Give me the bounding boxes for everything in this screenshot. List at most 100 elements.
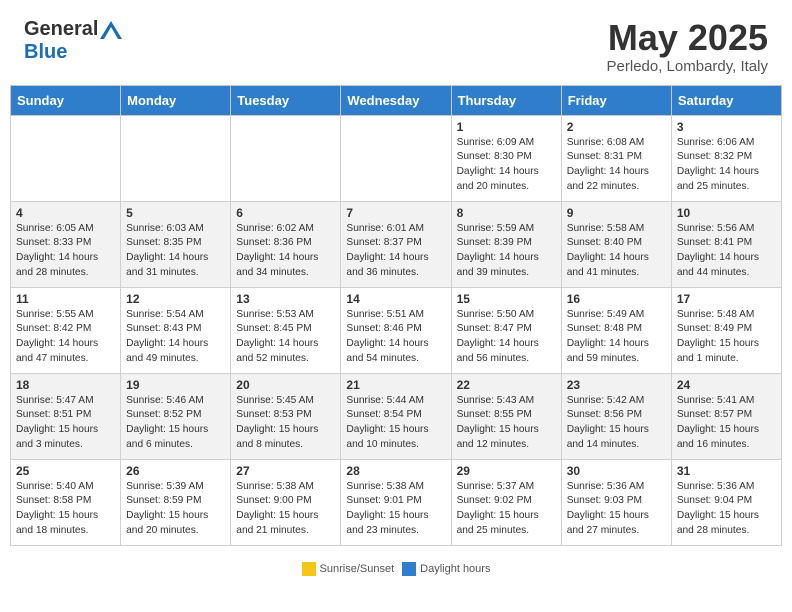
table-row: 31Sunrise: 5:36 AM Sunset: 9:04 PM Dayli… (671, 459, 781, 545)
table-row: 9Sunrise: 5:58 AM Sunset: 8:40 PM Daylig… (561, 201, 671, 287)
day-number: 17 (677, 292, 776, 306)
day-info: Sunrise: 6:08 AM Sunset: 8:31 PM Dayligh… (567, 136, 666, 195)
table-row: 11 Sunrise: 5:55 AM Sunset: 8:42 PM Dayli… (11, 287, 121, 373)
day-number: 5 (126, 206, 225, 220)
day-info: Sunrise: 6:03 AM Sunset: 8:35 PM Dayligh… (126, 222, 225, 281)
calendar-header-row: SundayMondayTuesdayWednesdayThursdayFrid… (11, 85, 782, 115)
weekday-header: Saturday (671, 85, 781, 115)
table-row: 28Sunrise: 5:38 AM Sunset: 9:01 PM Dayli… (341, 459, 451, 545)
table-row: 21 Sunrise: 5:44 AM Sunset: 8:54 PM Dayli… (341, 373, 451, 459)
weekday-header: Wednesday (341, 85, 451, 115)
table-row: 13 Sunrise: 5:53 AM Sunset: 8:45 PM Dayli… (231, 287, 341, 373)
day-info: Sunrise: 6:09 AM Sunset: 8:30 PM Dayligh… (457, 136, 556, 195)
sunrise-label: Sunrise/Sunset (320, 563, 395, 575)
day-info: Sunrise: 5:46 AM Sunset: 8:52 PM Dayligh… (126, 394, 225, 453)
table-row (121, 115, 231, 201)
title-block: May 2025 Perledo, Lombardy, Italy (607, 18, 768, 75)
weekday-header: Thursday (451, 85, 561, 115)
day-number: 13 (236, 292, 335, 306)
day-number: 21 (346, 378, 445, 392)
table-row: 22 Sunrise: 5:43 AM Sunset: 8:55 PM Dayli… (451, 373, 561, 459)
table-row (11, 115, 121, 201)
daylight-color-swatch (402, 562, 416, 576)
day-number: 2 (567, 120, 666, 134)
location: Perledo, Lombardy, Italy (607, 58, 768, 75)
day-number: 11 (16, 292, 115, 306)
day-info: Sunrise: 5:42 AM Sunset: 8:56 PM Dayligh… (567, 394, 666, 453)
table-row: 24Sunrise: 5:41 AM Sunset: 8:57 PM Dayli… (671, 373, 781, 459)
calendar-week-row: 25 Sunrise: 5:40 AM Sunset: 8:58 PM Dayli… (11, 459, 782, 545)
table-row: 27 Sunrise: 5:38 AM Sunset: 9:00 PM Dayli… (231, 459, 341, 545)
table-row: 14Sunrise: 5:51 AM Sunset: 8:46 PM Dayli… (341, 287, 451, 373)
logo-icon (100, 21, 122, 39)
day-info: Sunrise: 5:55 AM Sunset: 8:42 PM Dayligh… (16, 308, 115, 367)
month-title: May 2025 (607, 18, 768, 58)
day-number: 12 (126, 292, 225, 306)
table-row: 23Sunrise: 5:42 AM Sunset: 8:56 PM Dayli… (561, 373, 671, 459)
day-info: Sunrise: 6:05 AM Sunset: 8:33 PM Dayligh… (16, 222, 115, 281)
day-info: Sunrise: 5:45 AM Sunset: 8:53 PM Dayligh… (236, 394, 335, 453)
table-row: 20 Sunrise: 5:45 AM Sunset: 8:53 PM Dayli… (231, 373, 341, 459)
day-number: 27 (236, 464, 335, 478)
table-row: 25 Sunrise: 5:40 AM Sunset: 8:58 PM Dayli… (11, 459, 121, 545)
day-info: Sunrise: 6:01 AM Sunset: 8:37 PM Dayligh… (346, 222, 445, 281)
logo: General Blue (24, 18, 122, 64)
table-row: 7 Sunrise: 6:01 AM Sunset: 8:37 PM Daylig… (341, 201, 451, 287)
table-row: 10 Sunrise: 5:56 AM Sunset: 8:41 PM Dayli… (671, 201, 781, 287)
weekday-header: Sunday (11, 85, 121, 115)
day-info: Sunrise: 5:50 AM Sunset: 8:47 PM Dayligh… (457, 308, 556, 367)
day-info: Sunrise: 5:48 AM Sunset: 8:49 PM Dayligh… (677, 308, 776, 367)
weekday-header: Tuesday (231, 85, 341, 115)
footer-sunrise: Sunrise/Sunset (302, 562, 395, 576)
day-info: Sunrise: 5:43 AM Sunset: 8:55 PM Dayligh… (457, 394, 556, 453)
day-info: Sunrise: 5:41 AM Sunset: 8:57 PM Dayligh… (677, 394, 776, 453)
table-row: 18Sunrise: 5:47 AM Sunset: 8:51 PM Dayli… (11, 373, 121, 459)
day-info: Sunrise: 5:53 AM Sunset: 8:45 PM Dayligh… (236, 308, 335, 367)
day-info: Sunrise: 5:44 AM Sunset: 8:54 PM Dayligh… (346, 394, 445, 453)
calendar-week-row: 1Sunrise: 6:09 AM Sunset: 8:30 PM Daylig… (11, 115, 782, 201)
logo-general: General (24, 18, 98, 41)
day-number: 8 (457, 206, 556, 220)
day-info: Sunrise: 5:47 AM Sunset: 8:51 PM Dayligh… (16, 394, 115, 453)
calendar-wrapper: SundayMondayTuesdayWednesdayThursdayFrid… (0, 85, 792, 558)
day-info: Sunrise: 5:56 AM Sunset: 8:41 PM Dayligh… (677, 222, 776, 281)
table-row: 8 Sunrise: 5:59 AM Sunset: 8:39 PM Daylig… (451, 201, 561, 287)
day-info: Sunrise: 5:37 AM Sunset: 9:02 PM Dayligh… (457, 480, 556, 539)
footer: Sunrise/Sunset Daylight hours (0, 558, 792, 584)
calendar-week-row: 11 Sunrise: 5:55 AM Sunset: 8:42 PM Dayli… (11, 287, 782, 373)
logo-blue: Blue (24, 41, 67, 64)
table-row (231, 115, 341, 201)
day-number: 7 (346, 206, 445, 220)
day-number: 30 (567, 464, 666, 478)
weekday-header: Monday (121, 85, 231, 115)
day-info: Sunrise: 5:59 AM Sunset: 8:39 PM Dayligh… (457, 222, 556, 281)
day-number: 15 (457, 292, 556, 306)
day-number: 31 (677, 464, 776, 478)
table-row: 1Sunrise: 6:09 AM Sunset: 8:30 PM Daylig… (451, 115, 561, 201)
day-number: 19 (126, 378, 225, 392)
day-number: 3 (677, 120, 776, 134)
day-number: 10 (677, 206, 776, 220)
day-number: 26 (126, 464, 225, 478)
day-number: 25 (16, 464, 115, 478)
footer-daylight: Daylight hours (402, 562, 490, 576)
day-number: 16 (567, 292, 666, 306)
table-row: 29 Sunrise: 5:37 AM Sunset: 9:02 PM Dayli… (451, 459, 561, 545)
daylight-label: Daylight hours (420, 563, 490, 575)
day-info: Sunrise: 6:06 AM Sunset: 8:32 PM Dayligh… (677, 136, 776, 195)
day-number: 29 (457, 464, 556, 478)
table-row: 2 Sunrise: 6:08 AM Sunset: 8:31 PM Daylig… (561, 115, 671, 201)
day-info: Sunrise: 5:49 AM Sunset: 8:48 PM Dayligh… (567, 308, 666, 367)
day-info: Sunrise: 5:40 AM Sunset: 8:58 PM Dayligh… (16, 480, 115, 539)
day-number: 22 (457, 378, 556, 392)
day-info: Sunrise: 5:54 AM Sunset: 8:43 PM Dayligh… (126, 308, 225, 367)
day-number: 6 (236, 206, 335, 220)
day-info: Sunrise: 5:51 AM Sunset: 8:46 PM Dayligh… (346, 308, 445, 367)
weekday-header: Friday (561, 85, 671, 115)
day-number: 20 (236, 378, 335, 392)
day-info: Sunrise: 5:38 AM Sunset: 9:00 PM Dayligh… (236, 480, 335, 539)
day-info: Sunrise: 5:39 AM Sunset: 8:59 PM Dayligh… (126, 480, 225, 539)
calendar-week-row: 4Sunrise: 6:05 AM Sunset: 8:33 PM Daylig… (11, 201, 782, 287)
table-row: 17 Sunrise: 5:48 AM Sunset: 8:49 PM Dayli… (671, 287, 781, 373)
table-row: 16 Sunrise: 5:49 AM Sunset: 8:48 PM Dayli… (561, 287, 671, 373)
